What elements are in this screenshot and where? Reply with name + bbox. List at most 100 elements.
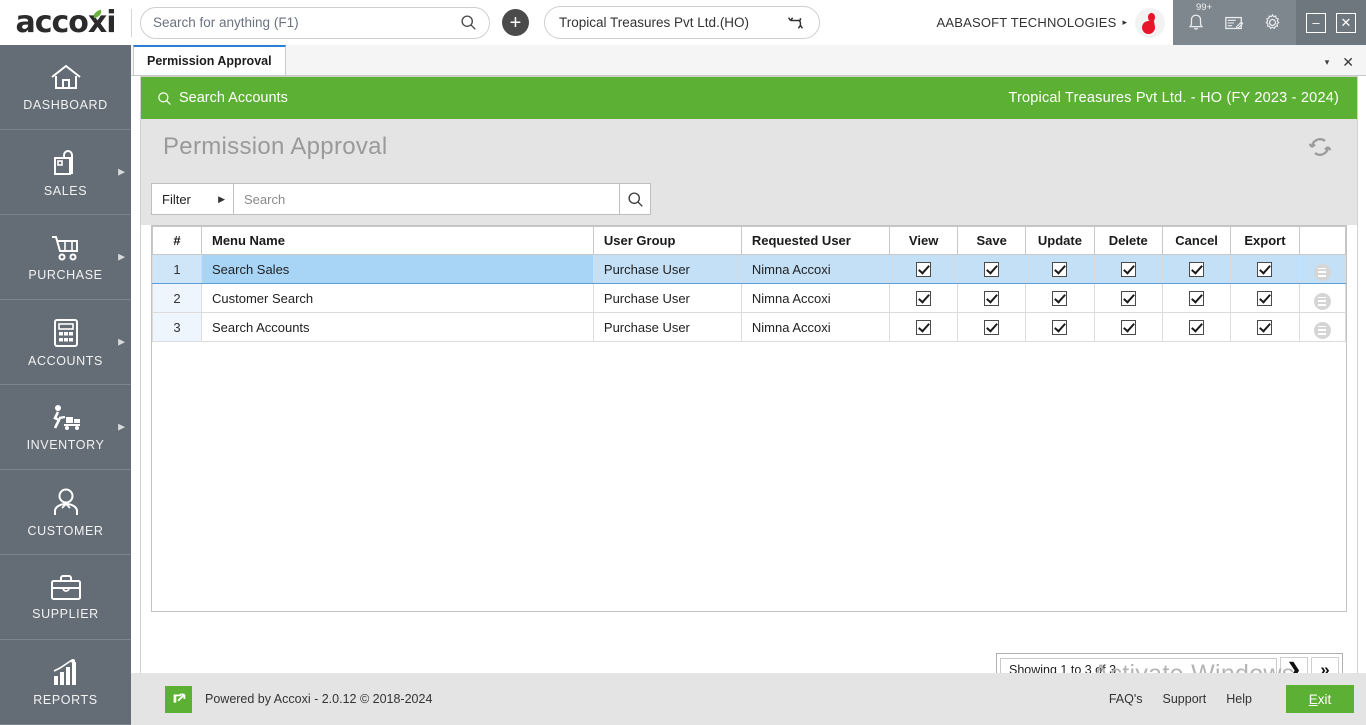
organization-menu[interactable]: AABASOFT TECHNOLOGIES ▸	[936, 0, 1173, 45]
checkbox-cancel[interactable]	[1189, 320, 1205, 336]
table-row[interactable]: 3 Search Accounts Purchase User Nimna Accox…	[152, 312, 1346, 342]
chevron-down-icon[interactable]: ▾	[1325, 57, 1330, 68]
cell-update[interactable]	[1025, 254, 1095, 284]
checkbox-export[interactable]	[1257, 262, 1273, 278]
close-button[interactable]: ✕	[1336, 12, 1356, 33]
bar-chart-icon	[50, 658, 82, 688]
checkbox-update[interactable]	[1052, 291, 1068, 307]
cell-delete[interactable]	[1093, 283, 1163, 313]
cell-update[interactable]	[1025, 283, 1095, 313]
cell-row-actions[interactable]	[1298, 254, 1346, 284]
cell-export[interactable]	[1230, 254, 1300, 284]
checkbox-export[interactable]	[1257, 320, 1273, 336]
cell-user-group: Purchase User	[592, 312, 742, 342]
user-avatar[interactable]	[1135, 7, 1165, 38]
checkbox-update[interactable]	[1052, 320, 1068, 336]
tab-permission-approval[interactable]: Permission Approval	[133, 45, 286, 75]
row-menu-icon[interactable]	[1313, 321, 1331, 339]
checkbox-delete[interactable]	[1120, 262, 1136, 278]
cell-user-group: Purchase User	[592, 283, 742, 313]
checkbox-view[interactable]	[916, 320, 932, 336]
cell-save[interactable]	[957, 283, 1027, 313]
sidebar-item-dashboard[interactable]: DASHBOARD	[0, 45, 131, 130]
column-header-view[interactable]: View	[889, 226, 959, 255]
sidebar-item-accounts[interactable]: ACCOUNTS ▶	[0, 300, 131, 385]
company-selector[interactable]: Tropical Treasures Pvt Ltd.(HO)	[544, 6, 820, 39]
checkbox-cancel[interactable]	[1189, 291, 1205, 307]
table-row[interactable]: 1 Search Sales Purchase User Nimna Accoxi	[152, 254, 1346, 284]
top-bar: accoxi + Tropical Treasures Pvt Ltd.(HO)…	[0, 0, 1366, 45]
row-menu-icon[interactable]	[1313, 292, 1331, 310]
cell-save[interactable]	[957, 254, 1027, 284]
search-input[interactable]	[153, 15, 460, 30]
column-header-save[interactable]: Save	[957, 226, 1027, 255]
cell-user-group: Purchase User	[592, 254, 742, 284]
checkbox-save[interactable]	[984, 262, 1000, 278]
feedback-button[interactable]	[1223, 13, 1245, 33]
column-header-user-group[interactable]: User Group	[592, 226, 742, 255]
exit-button[interactable]: Exit	[1286, 685, 1354, 713]
sidebar-item-sales[interactable]: SALES ▶	[0, 130, 131, 215]
settings-button[interactable]	[1262, 12, 1283, 33]
checkbox-delete[interactable]	[1120, 291, 1136, 307]
cell-cancel[interactable]	[1161, 254, 1232, 284]
column-header-export[interactable]: Export	[1230, 226, 1300, 255]
tab-label: Permission Approval	[147, 54, 272, 68]
cell-row-actions[interactable]	[1298, 283, 1346, 313]
cell-delete[interactable]	[1093, 254, 1163, 284]
column-header-menu-name[interactable]: Menu Name	[200, 226, 594, 255]
column-header-requested-user[interactable]: Requested User	[740, 226, 891, 255]
column-header-delete[interactable]: Delete	[1093, 226, 1163, 255]
cell-export[interactable]	[1230, 283, 1300, 313]
checkbox-save[interactable]	[984, 320, 1000, 336]
cell-row-actions[interactable]	[1298, 312, 1346, 342]
checkbox-view[interactable]	[916, 291, 932, 307]
sidebar-item-label: CUSTOMER	[27, 523, 104, 538]
column-header-cancel[interactable]: Cancel	[1161, 226, 1232, 255]
cell-update[interactable]	[1025, 312, 1095, 342]
filter-dropdown[interactable]: Filter ▶	[152, 184, 234, 214]
checkbox-save[interactable]	[984, 291, 1000, 307]
minimize-button[interactable]: –	[1306, 12, 1326, 33]
cell-requested-user: Nimna Accoxi	[740, 254, 891, 284]
column-header-update[interactable]: Update	[1025, 226, 1095, 255]
system-icons: 99+	[1173, 0, 1296, 45]
filter-search-button[interactable]	[619, 184, 650, 214]
close-tab-icon[interactable]: ✕	[1342, 54, 1354, 71]
cell-cancel[interactable]	[1161, 283, 1232, 313]
cell-view[interactable]	[889, 312, 959, 342]
checkbox-delete[interactable]	[1120, 320, 1136, 336]
shopping-bag-icon	[50, 147, 82, 179]
sidebar-item-inventory[interactable]: INVENTORY ▶	[0, 385, 131, 470]
footer-link-support[interactable]: Support	[1163, 692, 1207, 706]
cell-save[interactable]	[957, 312, 1027, 342]
footer-link-help[interactable]: Help	[1226, 692, 1252, 706]
table-row[interactable]: 2 Customer Search Purchase User Nimna Accox…	[152, 283, 1346, 313]
filter-search-input[interactable]	[234, 184, 619, 214]
sidebar-item-customer[interactable]: CUSTOMER	[0, 470, 131, 555]
checkbox-view[interactable]	[916, 262, 932, 278]
cell-view[interactable]	[889, 283, 959, 313]
search-icon[interactable]	[460, 14, 477, 31]
sidebar-item-supplier[interactable]: SUPPLIER	[0, 555, 131, 640]
notifications-button[interactable]: 99+	[1186, 2, 1212, 33]
column-header-index[interactable]: #	[152, 226, 202, 255]
sidebar-item-purchase[interactable]: PURCHASE ▶	[0, 215, 131, 300]
cell-cancel[interactable]	[1161, 312, 1232, 342]
add-new-button[interactable]: +	[502, 9, 529, 36]
footer-link-faq[interactable]: FAQ's	[1109, 692, 1143, 706]
cell-delete[interactable]	[1093, 312, 1163, 342]
checkbox-export[interactable]	[1257, 291, 1273, 307]
page-header: Permission Approval	[141, 119, 1357, 175]
organization-name: AABASOFT TECHNOLOGIES	[936, 15, 1117, 30]
search-accounts-link[interactable]: Search Accounts	[157, 90, 288, 106]
switch-company-icon[interactable]	[786, 14, 805, 32]
cell-export[interactable]	[1230, 312, 1300, 342]
global-search[interactable]	[140, 6, 490, 39]
sidebar-item-reports[interactable]: REPORTS	[0, 640, 131, 725]
row-menu-icon[interactable]	[1313, 263, 1331, 281]
refresh-button[interactable]	[1305, 132, 1335, 162]
checkbox-cancel[interactable]	[1189, 262, 1205, 278]
cell-view[interactable]	[889, 254, 959, 284]
checkbox-update[interactable]	[1052, 262, 1068, 278]
